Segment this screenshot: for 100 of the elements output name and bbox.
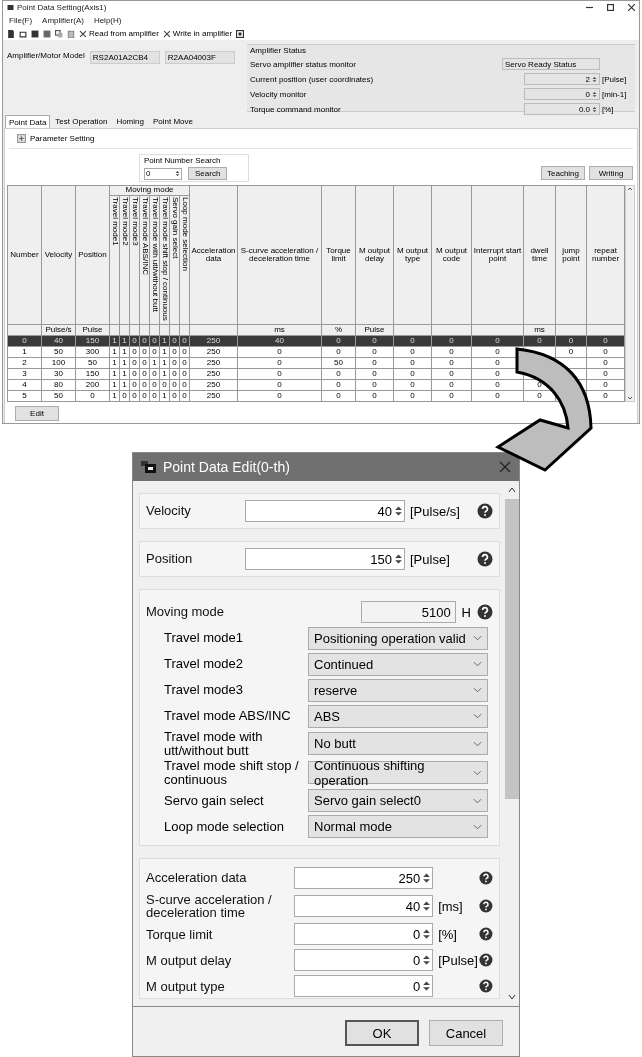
unit-label: ms [534,324,545,334]
search-button[interactable]: Search [188,167,228,180]
table-cell: 0 [277,390,282,400]
table-cell: 0 [336,346,341,356]
number-field[interactable]: 40 [294,895,434,918]
model-field: R2AA04003F [164,51,235,64]
table-cell: 0 [132,368,137,378]
field-label: M output type [146,979,226,994]
column-group-header: Moving mode [109,185,190,196]
dropdown[interactable]: Servo gain select0 [308,789,488,813]
table-cell: 0 [410,390,415,400]
action-button[interactable]: Teaching [541,166,585,180]
dropdown[interactable]: ABS [308,704,488,728]
dropdown[interactable]: Positioning operation valid [308,626,488,650]
dialog-button[interactable]: OK [345,1020,419,1046]
table-cell: 0 [172,335,177,345]
menu-item[interactable]: File(F) [9,16,33,25]
status-field: 2 [524,73,600,85]
field-label: Torque limit [146,927,214,942]
table-cell: 1 [162,368,167,378]
table-cell: 0 [336,335,341,345]
number-field[interactable]: 40 [245,500,405,522]
panel-title: Amplifier Status [250,46,308,55]
table-cell: 1 [122,335,127,345]
table-cell: 30 [54,368,63,378]
table-cell: 0 [152,368,157,378]
dropdown[interactable]: Normal mode [308,815,488,839]
table-cell: 250 [206,379,221,389]
edit-button[interactable]: Edit [15,406,59,421]
column-header: Interrupt start point [471,185,524,325]
number-field[interactable]: 150 [245,548,405,570]
unit-label: H [460,604,472,620]
column-header: M output delay [355,185,394,325]
table-cell: 0 [336,390,341,400]
row-number-cell[interactable]: 3 [7,368,42,380]
table-cell: 0 [603,379,608,389]
dialog-button[interactable]: Cancel [429,1020,503,1046]
menu-item[interactable]: Amplifier(A) [42,16,84,25]
row-number-cell[interactable]: 0 [7,335,42,347]
dropdown[interactable]: No butt [308,732,488,756]
column-header: Travel mode shift stop / continuous [160,197,169,321]
table-cell: 50 [54,346,63,356]
table-cell: 0 [277,357,282,367]
number-field[interactable]: 0 [294,923,434,946]
table-cell: 1 [112,335,117,345]
row-number-cell[interactable]: 4 [7,379,42,391]
unit-label: [min-1] [602,89,628,99]
tab[interactable]: Point Move [148,115,197,128]
action-button[interactable]: Writing [589,166,633,180]
column-header: Travel mode with utt/without butt [150,197,159,312]
menu-item[interactable]: Help(H) [93,16,122,25]
number-field[interactable]: 0 [294,975,434,998]
unit-label: Pulse/s [45,324,72,334]
tab[interactable]: Test Operation [51,115,112,128]
status-field: 0.0 [524,103,600,115]
dropdown[interactable]: Continued [308,652,488,676]
table-cell: 0 [537,335,542,345]
tab[interactable]: Point Data [5,115,51,128]
table-cell: 0 [495,368,500,378]
table-cell: 250 [206,335,221,345]
column-header: Travel mode3 [130,197,139,246]
table-cell: 0 [172,368,177,378]
table-cell: 0 [449,357,454,367]
row-number-cell[interactable]: 5 [7,390,42,402]
row-number-cell[interactable]: 1 [7,346,42,358]
panel-title: Point Number Search [144,156,222,165]
dropdown[interactable]: reserve [308,678,488,702]
field-label: Travel mode with utt/without butt [164,730,264,758]
number-field[interactable]: 250 [294,867,434,890]
table-cell: 1 [112,390,117,400]
model-label: Amplifier/Motor Model [7,51,85,60]
field-label: Moving mode [146,605,226,619]
table-cell: 0 [495,335,500,345]
toolbar-button[interactable]: Write in amplifier [162,29,233,38]
table-cell: 0 [182,390,187,400]
status-label: Current position (user coordinates) [250,74,375,84]
table-cell: 0 [449,390,454,400]
table-cell: 40 [275,335,284,345]
table-cell: 0 [142,346,147,356]
tab[interactable]: Homing [112,115,148,128]
field-label: Travel mode3 [164,683,244,697]
table-cell: 0 [537,390,542,400]
table-cell: 0 [568,335,574,345]
unit-label: [ms] [438,898,463,914]
unit-label: Pulse [82,324,103,334]
row-number-cell[interactable]: 2 [7,357,42,369]
table-cell: 1 [162,357,167,367]
table-cell: 0 [152,346,157,356]
number-field[interactable]: 0 [294,949,434,972]
toolbar-button[interactable]: Read from amplifier [79,29,159,38]
table-cell: 0 [132,346,137,356]
table-cell: 0 [142,379,147,389]
unit-label: [Pulse] [438,952,478,968]
table-cell: 0 [182,346,187,356]
dialog-title: Point Data Edit(0-th) [163,459,291,475]
table-cell: 0 [132,357,137,367]
column-header: Number [7,185,42,325]
table-cell: 40 [54,335,63,345]
point-number-field[interactable]: 0 [144,167,182,180]
table-cell: 0 [172,390,177,400]
